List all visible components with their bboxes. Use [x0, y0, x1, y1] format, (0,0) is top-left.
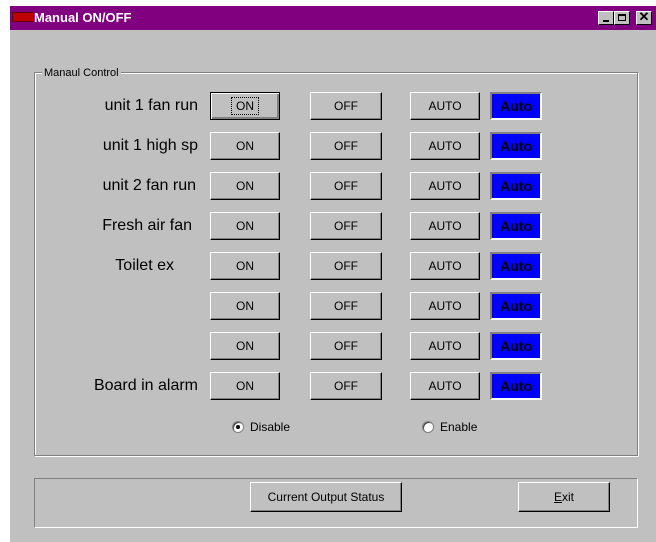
- row-label: Board in alarm: [93, 377, 198, 394]
- window-title: Manual ON/OFF: [34, 10, 132, 25]
- auto-status-indicator: Auto: [490, 252, 542, 280]
- auto-button[interactable]: AUTO: [410, 332, 480, 360]
- off-button[interactable]: OFF: [310, 132, 382, 160]
- on-button-focus: ON: [231, 97, 259, 115]
- on-button[interactable]: ON: [210, 252, 280, 280]
- disable-radio-label: Disable: [250, 420, 291, 434]
- auto-status-indicator: Auto: [490, 292, 542, 320]
- auto-status-indicator: Auto: [490, 372, 542, 400]
- on-button[interactable]: ON: [210, 132, 280, 160]
- on-button[interactable]: ON: [210, 172, 280, 200]
- auto-status-indicator: Auto: [490, 172, 542, 200]
- auto-button[interactable]: AUTO: [410, 132, 480, 160]
- on-button[interactable]: ON: [210, 212, 280, 240]
- maximize-button[interactable]: [614, 11, 630, 25]
- on-button[interactable]: ON: [210, 92, 280, 120]
- app-icon: [12, 12, 34, 22]
- auto-status-indicator: Auto: [490, 132, 542, 160]
- off-button[interactable]: OFF: [310, 212, 382, 240]
- manual-onoff-window: Manual ON/OFF ✕ Manaul Control unit 1 fa…: [10, 6, 656, 542]
- row-label: unit 2 fan run: [102, 177, 196, 194]
- maximize-icon: [618, 14, 626, 21]
- close-button[interactable]: ✕: [636, 9, 652, 25]
- off-button[interactable]: OFF: [310, 252, 382, 280]
- auto-status-indicator: Auto: [490, 212, 542, 240]
- close-icon: ✕: [638, 9, 650, 24]
- row-label: Toilet ex: [115, 257, 174, 274]
- enable-radio[interactable]: Enable: [422, 420, 477, 434]
- off-button[interactable]: OFF: [310, 92, 382, 120]
- on-button[interactable]: ON: [210, 292, 280, 320]
- auto-button[interactable]: AUTO: [410, 172, 480, 200]
- auto-button[interactable]: AUTO: [410, 292, 480, 320]
- exit-mnemonic: E: [553, 490, 562, 504]
- minimize-icon: [603, 20, 609, 22]
- disable-radio[interactable]: Disable: [232, 420, 290, 434]
- enable-radio-label: Enable: [440, 420, 478, 434]
- off-button[interactable]: OFF: [310, 372, 382, 400]
- row-label: unit 1 high sp: [102, 137, 198, 154]
- auto-button[interactable]: AUTO: [410, 372, 480, 400]
- title-bar[interactable]: Manual ON/OFF ✕: [10, 6, 656, 30]
- auto-button[interactable]: AUTO: [410, 252, 480, 280]
- off-button[interactable]: OFF: [310, 172, 382, 200]
- current-output-status-button[interactable]: Current Output Status: [250, 482, 402, 512]
- auto-status-indicator: Auto: [490, 92, 542, 120]
- row-label: unit 1 fan run: [104, 97, 198, 114]
- on-button[interactable]: ON: [210, 332, 280, 360]
- auto-status-indicator: Auto: [490, 332, 542, 360]
- row-label: Fresh air fan: [102, 217, 192, 234]
- on-button[interactable]: ON: [210, 372, 280, 400]
- exit-button[interactable]: Exit: [518, 482, 610, 512]
- disable-radio-circle[interactable]: [232, 421, 244, 433]
- minimize-button[interactable]: [598, 11, 614, 25]
- enable-radio-circle[interactable]: [422, 421, 434, 433]
- off-button[interactable]: OFF: [310, 332, 382, 360]
- auto-button[interactable]: AUTO: [410, 212, 480, 240]
- off-button[interactable]: OFF: [310, 292, 382, 320]
- auto-button[interactable]: AUTO: [410, 92, 480, 120]
- exit-label: xit: [562, 490, 574, 504]
- group-label: Manaul Control: [42, 66, 121, 80]
